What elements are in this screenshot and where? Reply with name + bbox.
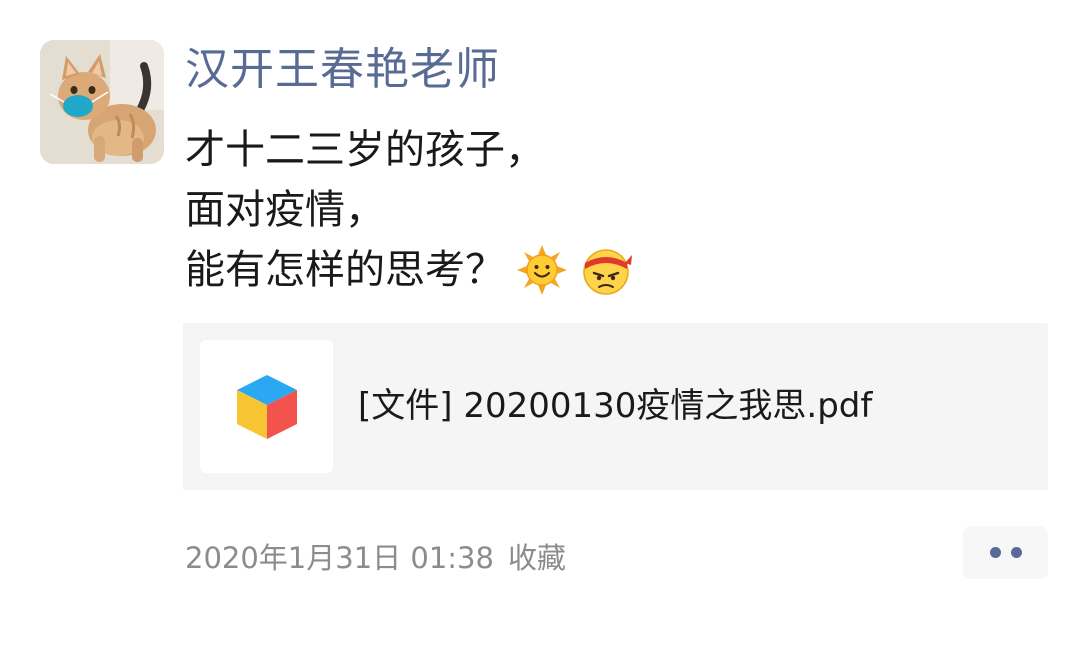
cat-avatar-icon (40, 40, 164, 164)
more-dots-icon (1010, 547, 1022, 558)
post-line-1: 才十二三岁的孩子， (185, 127, 545, 173)
post-line-2: 面对疫情， (185, 187, 385, 233)
file-attachment-card[interactable]: [文件] 20200130疫情之我思.pdf (183, 323, 1048, 490)
post-line-3-text: 能有怎样的思考？ (185, 247, 505, 293)
avatar[interactable] (40, 40, 164, 164)
author-name[interactable]: 汉开王春艳老师 (185, 42, 500, 98)
file-name: [文件] 20200130疫情之我思.pdf (358, 386, 873, 426)
cube-file-icon (236, 374, 297, 439)
file-icon-box (200, 340, 333, 473)
post-timestamp: 2020年1月31日 01:38 (185, 541, 494, 575)
determined-face-emoji-icon (579, 243, 633, 297)
post-line-3: 能有怎样的思考？ (185, 240, 1045, 300)
post-meta: 2020年1月31日 01:38 收藏 (185, 536, 566, 580)
more-actions-button[interactable] (963, 526, 1048, 579)
favorite-label: 收藏 (507, 541, 566, 575)
sun-emoji-icon (515, 243, 569, 297)
more-dots-icon (989, 547, 1001, 558)
post-body: 才十二三岁的孩子， 面对疫情， 能有怎样的思考？ (185, 120, 1045, 300)
